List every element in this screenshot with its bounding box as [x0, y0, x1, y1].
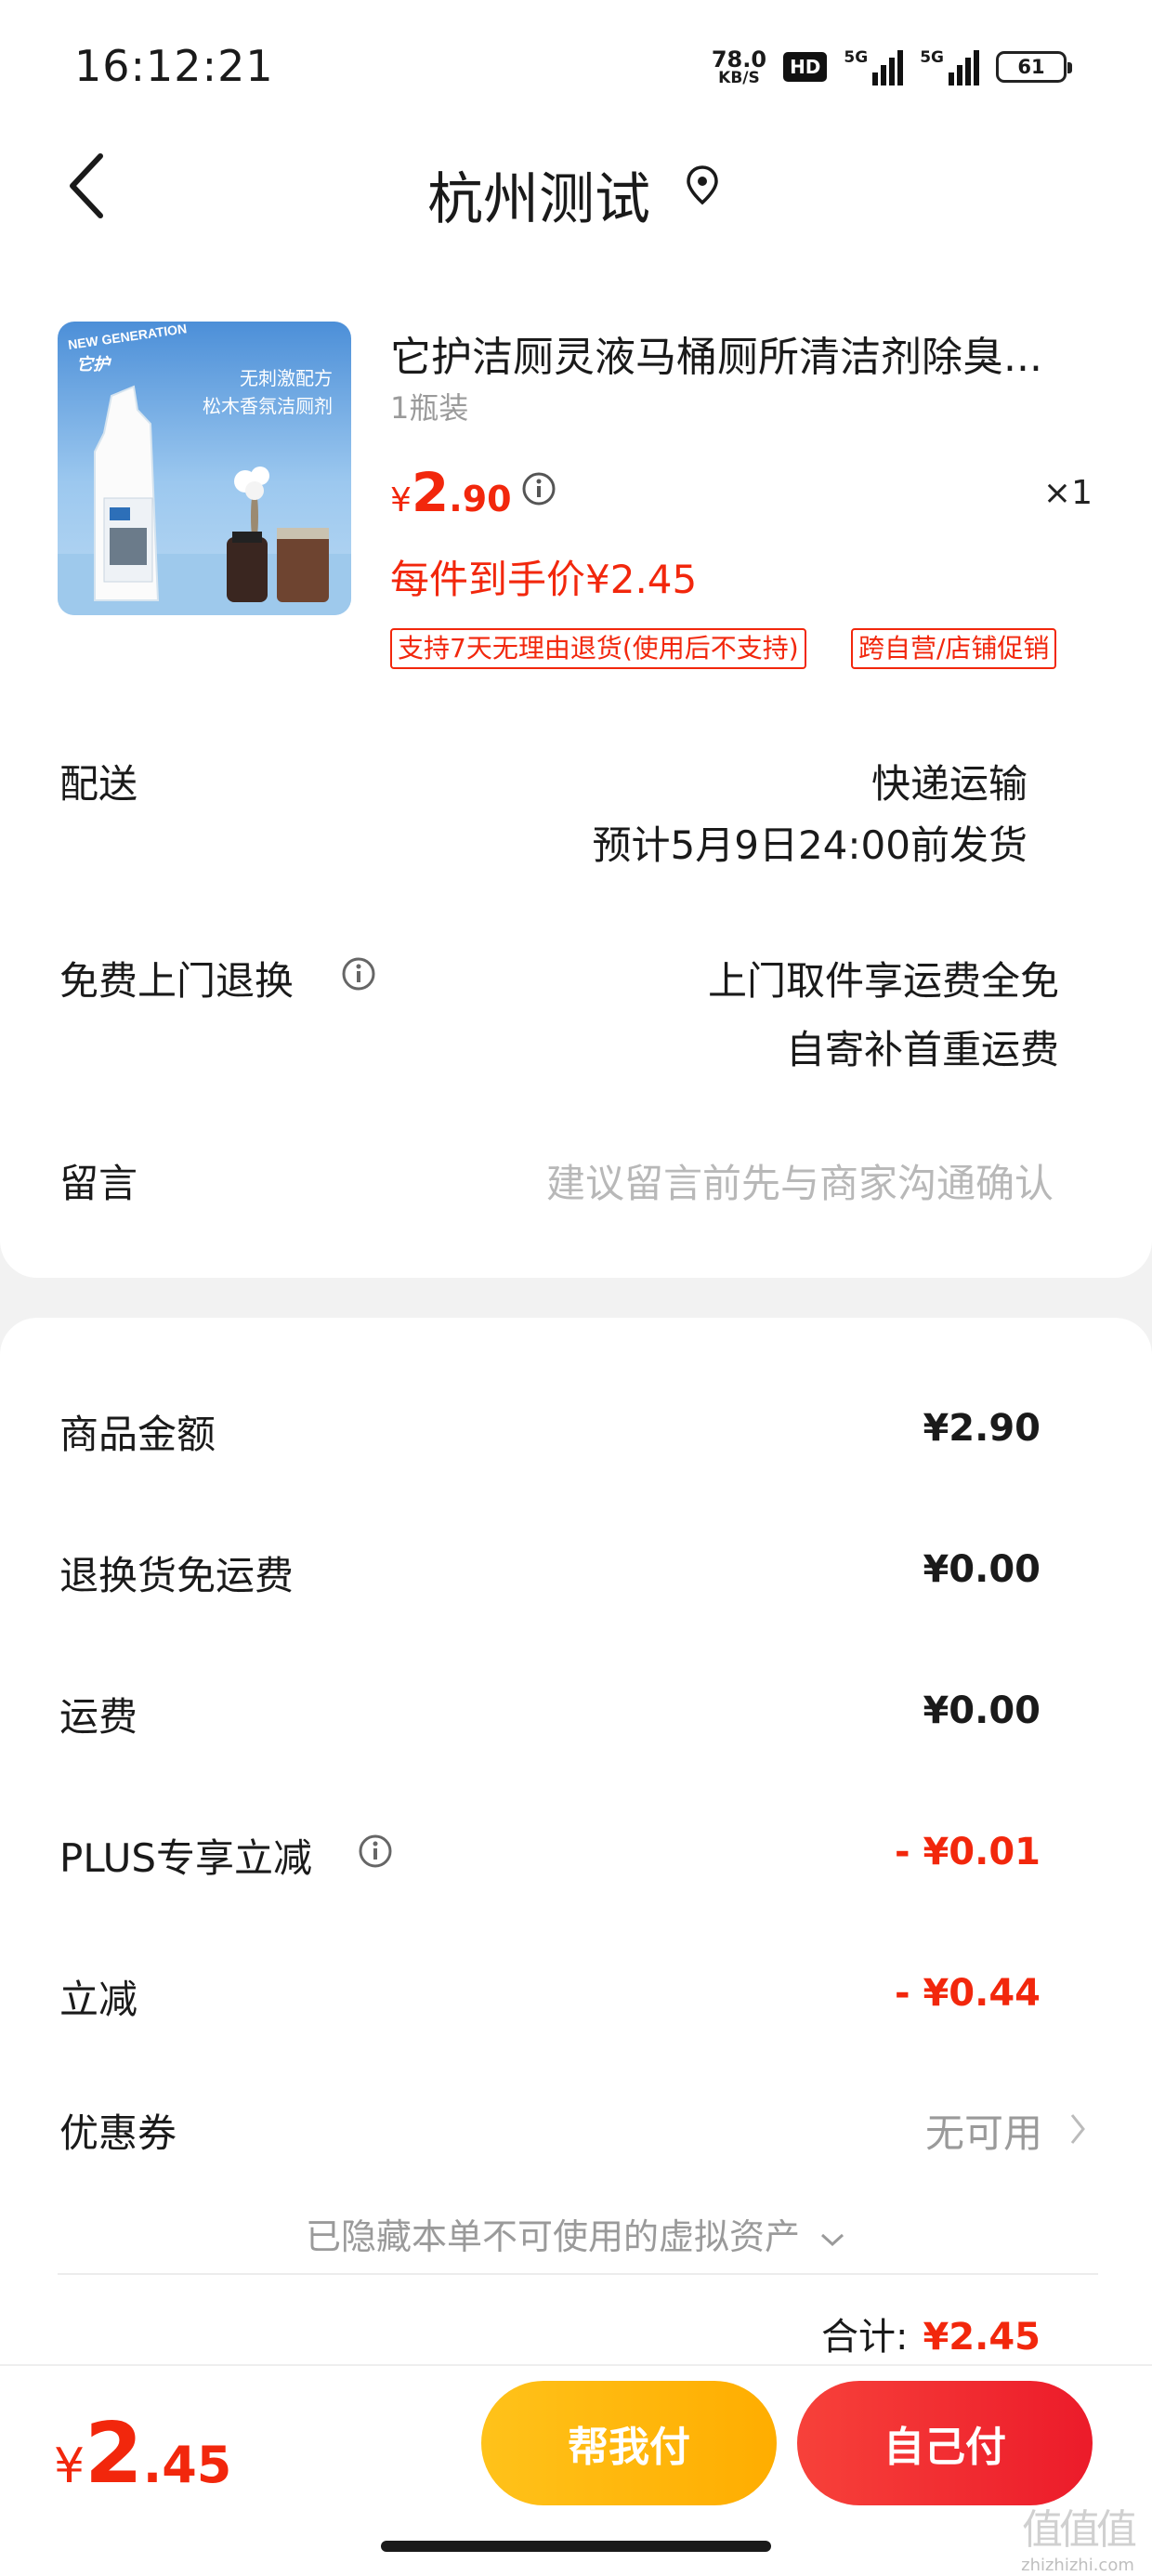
status-icons: 78.0 KB/S HD 5G 5G 61 — [712, 43, 1072, 91]
product-spec: 1瓶装 — [390, 390, 469, 426]
message-label: 留言 — [59, 1161, 138, 1206]
product-quantity: ×1 — [1042, 474, 1093, 512]
total-value: ¥2.45 — [923, 2316, 1041, 2359]
hd-icon: HD — [783, 52, 828, 82]
divider — [58, 2273, 1098, 2275]
coupon-value[interactable]: 无可用 — [925, 2102, 1042, 2159]
signal-label-2: 5G — [920, 48, 944, 67]
coupon-label: 优惠券 — [59, 2110, 177, 2156]
status-time: 16:12:21 — [74, 41, 274, 91]
return-service-line1: 上门取件享运费全免 — [707, 958, 1059, 1004]
instant-discount-label: 立减 — [59, 1977, 138, 2022]
chevron-right-icon[interactable] — [1067, 2111, 1089, 2147]
plus-discount-label: PLUS专享立减 — [59, 1835, 313, 1881]
home-indicator[interactable] — [381, 2541, 771, 2552]
return-freight-label: 退换货免运费 — [59, 1553, 295, 1598]
network-speed-value: 78.0 — [711, 46, 767, 72]
signal-icon-2: 5G — [920, 48, 979, 85]
product-title[interactable]: 它护洁厕灵液马桶厕所清洁剂除臭... — [390, 323, 1096, 383]
total-label: 合计: — [820, 2316, 909, 2359]
return-service-line2: 自寄补首重运费 — [785, 1027, 1059, 1072]
watermark-site: zhizhizhi.com — [1021, 2556, 1134, 2575]
instant-discount-value: - ¥0.44 — [894, 1972, 1041, 2015]
self-pay-button[interactable]: 自己付 — [797, 2381, 1093, 2505]
payable-currency: ¥ — [54, 2438, 85, 2494]
shipping-label: 运费 — [59, 1694, 138, 1740]
unit-price: 每件到手价¥2.45 — [390, 557, 698, 602]
order-total: 合计: ¥2.45 — [821, 2307, 1041, 2360]
return-policy-tag: 支持7天无理由退货(使用后不支持) — [390, 628, 806, 669]
help-pay-button[interactable]: 帮我付 — [481, 2381, 777, 2505]
battery-level: 61 — [1017, 56, 1045, 78]
network-speed-unit: KB/S — [718, 68, 760, 87]
delivery-method[interactable]: 快递运输 — [871, 753, 1028, 809]
plus-info-icon[interactable] — [357, 1833, 394, 1870]
image-logo-text: 它护 — [76, 355, 112, 374]
battery-icon: 61 — [996, 51, 1072, 83]
price-currency: ¥ — [390, 481, 412, 519]
image-brand-text: NEW GENERATION — [67, 322, 188, 352]
message-input[interactable]: 建议留言前先与商家沟通确认 — [546, 1152, 1054, 1209]
payable-decimal: .45 — [142, 2436, 232, 2494]
product-image[interactable]: NEW GENERATION 它护 无刺激配方 松木香氛洁厕剂 — [58, 322, 351, 615]
shipping-value: ¥0.00 — [923, 1689, 1041, 1732]
location-icon[interactable] — [684, 164, 721, 206]
signal-label: 5G — [844, 48, 869, 67]
goods-amount-value: ¥2.90 — [923, 1407, 1041, 1450]
delivery-eta: 预计5月9日24:00前发货 — [592, 822, 1028, 868]
payable-amount: ¥ 2 .45 — [54, 2405, 231, 2503]
return-service-label: 免费上门退换 — [59, 958, 295, 1004]
chevron-down-icon[interactable] — [818, 2230, 846, 2249]
return-freight-value: ¥0.00 — [923, 1548, 1041, 1591]
promotion-tag: 跨自营/店铺促销 — [851, 628, 1057, 669]
network-speed: 78.0 KB/S — [712, 48, 766, 86]
delivery-label: 配送 — [59, 761, 138, 807]
price-info-icon[interactable] — [520, 470, 557, 507]
image-text-1: 无刺激配方 — [240, 367, 333, 389]
price-decimal: .90 — [449, 479, 512, 519]
payable-integer: 2 — [85, 2405, 143, 2503]
page-title: 杭州测试 — [427, 167, 650, 232]
signal-icon: 5G — [844, 48, 904, 85]
return-info-icon[interactable] — [340, 955, 377, 992]
watermark-logo: 值值值 — [1022, 2506, 1137, 2554]
plus-discount-value: - ¥0.01 — [894, 1831, 1041, 1873]
hidden-assets-note[interactable]: 已隐藏本单不可使用的虚拟资产 — [0, 2208, 1152, 2259]
goods-amount-label: 商品金额 — [59, 1412, 216, 1457]
price-integer: 2 — [411, 461, 450, 524]
image-text-2: 松木香氛洁厕剂 — [203, 395, 333, 417]
hidden-assets-text: 已隐藏本单不可使用的虚拟资产 — [305, 2216, 800, 2257]
watermark: 值值值 zhizhizhi.com — [1013, 2496, 1143, 2575]
product-price: ¥ 2 .90 — [390, 461, 512, 524]
